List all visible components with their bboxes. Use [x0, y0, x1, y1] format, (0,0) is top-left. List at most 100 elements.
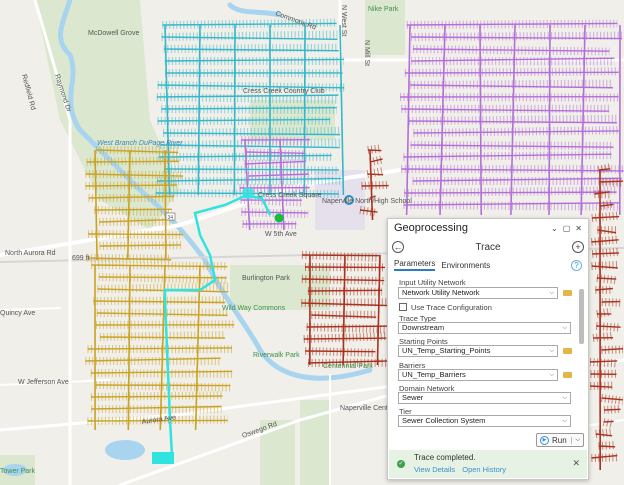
sewer-line	[401, 108, 610, 112]
label-naperville-north: Naperville North High School	[322, 198, 412, 205]
sewer-line	[306, 325, 389, 328]
sewer-line	[85, 357, 221, 362]
sewer-line	[412, 177, 622, 182]
chevron-down-icon: ⌵	[562, 395, 567, 401]
geoprocessing-pane: Geoprocessing ⌄ ▢ ✕ ← Trace + Parameters…	[387, 218, 589, 480]
starting-point-marker[interactable]	[274, 213, 284, 223]
use-trace-configuration-label: Use Trace Configuration	[411, 303, 492, 312]
route-shield-number: 34	[168, 215, 174, 221]
folder-icon[interactable]	[563, 372, 572, 378]
barriers-select[interactable]: UN_Temp_Barriers ⌵	[398, 369, 558, 381]
label-n-mill-st: N Mill St	[363, 40, 370, 66]
tier-select[interactable]: Sewer Collection System ⌵	[398, 415, 571, 427]
sewer-main	[164, 149, 167, 261]
sewer-line	[99, 244, 181, 247]
label-quincy-ave: Quincy Ave	[0, 310, 35, 317]
trace-type-value: Downstream	[402, 323, 445, 332]
label-burlington-park: Burlington Park	[242, 275, 290, 282]
sewer-line	[248, 173, 309, 177]
sewer-line	[404, 191, 617, 194]
run-dropdown-chevron-icon[interactable]: ⌵	[571, 436, 583, 444]
play-icon: ▶	[540, 435, 549, 445]
parameters-scrollbar[interactable]	[579, 279, 584, 429]
label-west-branch-river: West Branch DuPage River	[97, 140, 183, 147]
label-nike-park: Nike Park	[368, 6, 399, 13]
sewer-main	[376, 254, 381, 366]
chevron-down-icon[interactable]: ⌄	[551, 224, 558, 233]
label-commons-rd: Commons Rd	[274, 10, 317, 31]
input-utility-network-select[interactable]: Network Utility Network ⌵	[398, 287, 558, 299]
sewer-line	[85, 184, 177, 187]
status-message: Trace completed.	[414, 453, 476, 462]
label-w-jefferson-ave: W Jefferson Ave	[18, 379, 69, 386]
run-button[interactable]: ▶ Run ⌵	[536, 433, 584, 447]
help-icon[interactable]: ?	[571, 259, 582, 271]
use-trace-configuration-checkbox[interactable]	[399, 303, 407, 311]
east-sewer-network	[400, 19, 624, 216]
sewer-main	[479, 24, 483, 216]
sewer-line	[94, 208, 172, 211]
sewer-line	[163, 48, 339, 52]
label-elevation: 699 ft	[72, 255, 90, 262]
sewer-main	[548, 24, 551, 216]
label-riverwalk-park: Riverwalk Park	[253, 352, 300, 359]
sewer-main	[303, 24, 306, 196]
sewer-main	[244, 139, 251, 231]
input-utility-network-label: Input Utility Network	[399, 278, 466, 287]
open-history-link[interactable]: Open History	[462, 465, 506, 474]
sewer-line	[241, 211, 309, 214]
folder-icon[interactable]	[563, 348, 572, 354]
trace-junction	[242, 187, 254, 199]
close-icon[interactable]: ✕	[575, 224, 582, 233]
sewer-line	[603, 408, 621, 411]
chevron-down-icon: ⌵	[562, 325, 567, 331]
sewer-line	[96, 312, 228, 316]
scrollbar-thumb[interactable]	[579, 289, 584, 344]
tool-title: Trace	[475, 241, 501, 253]
tab-parameters[interactable]: Parameters	[394, 259, 436, 271]
starting-points-select[interactable]: UN_Temp_Starting_Points ⌵	[398, 345, 558, 357]
add-icon[interactable]: +	[572, 241, 584, 253]
chevron-down-icon: ⌵	[549, 372, 554, 378]
back-arrow-icon[interactable]: ←	[392, 241, 404, 253]
label-centennial-park: Centennial Park	[323, 363, 373, 370]
chevron-down-icon: ⌵	[562, 418, 567, 424]
label-redfield-rd: Redfield Rd	[20, 74, 36, 111]
domain-network-value: Sewer	[402, 393, 424, 402]
sewer-line	[303, 337, 387, 340]
sewer-line	[97, 282, 229, 293]
tier-value: Sewer Collection System	[402, 416, 486, 425]
chevron-down-icon: ⌵	[549, 290, 554, 296]
sewer-main	[233, 24, 236, 196]
sewer-line	[404, 71, 619, 74]
trace-type-select[interactable]: Downstream ⌵	[398, 322, 571, 334]
sewer-line	[96, 384, 231, 387]
barriers-value: UN_Temp_Barriers	[402, 370, 466, 379]
dismiss-status-icon[interactable]: ✕	[572, 458, 580, 469]
view-details-link[interactable]: View Details	[414, 465, 455, 474]
label-wild-way-commons: Wild Way Commons	[222, 305, 286, 312]
sewer-line	[595, 433, 613, 437]
label-mcdowell-grove: McDowell Grove	[88, 30, 139, 37]
maximize-icon[interactable]: ▢	[563, 224, 571, 233]
treatment-plant-polygon	[152, 452, 174, 464]
north-sewer-network	[155, 18, 345, 199]
label-n-west-st: N West St	[340, 5, 347, 36]
starting-points-value: UN_Temp_Starting_Points	[402, 346, 491, 355]
success-check-icon: ✓	[397, 460, 405, 468]
tab-environments[interactable]: Environments	[441, 261, 490, 270]
label-cress-creek-cc: Cress Creek Country Club	[243, 88, 325, 95]
sewer-line	[161, 30, 338, 41]
sewer-line	[305, 350, 376, 353]
sewer-line	[403, 153, 612, 158]
sewer-line	[160, 144, 340, 149]
central-sewer-network	[239, 136, 310, 231]
sewer-line	[599, 180, 624, 183]
sewer-line	[590, 385, 613, 388]
sewer-line	[90, 395, 223, 398]
label-north-aurora-rd: North Aurora Rd	[5, 250, 56, 257]
label-cress-creek-square: Cress Creek Square	[258, 192, 322, 199]
folder-icon[interactable]	[563, 290, 572, 296]
domain-network-select[interactable]: Sewer ⌵	[398, 392, 571, 404]
sewer-line	[97, 288, 229, 293]
